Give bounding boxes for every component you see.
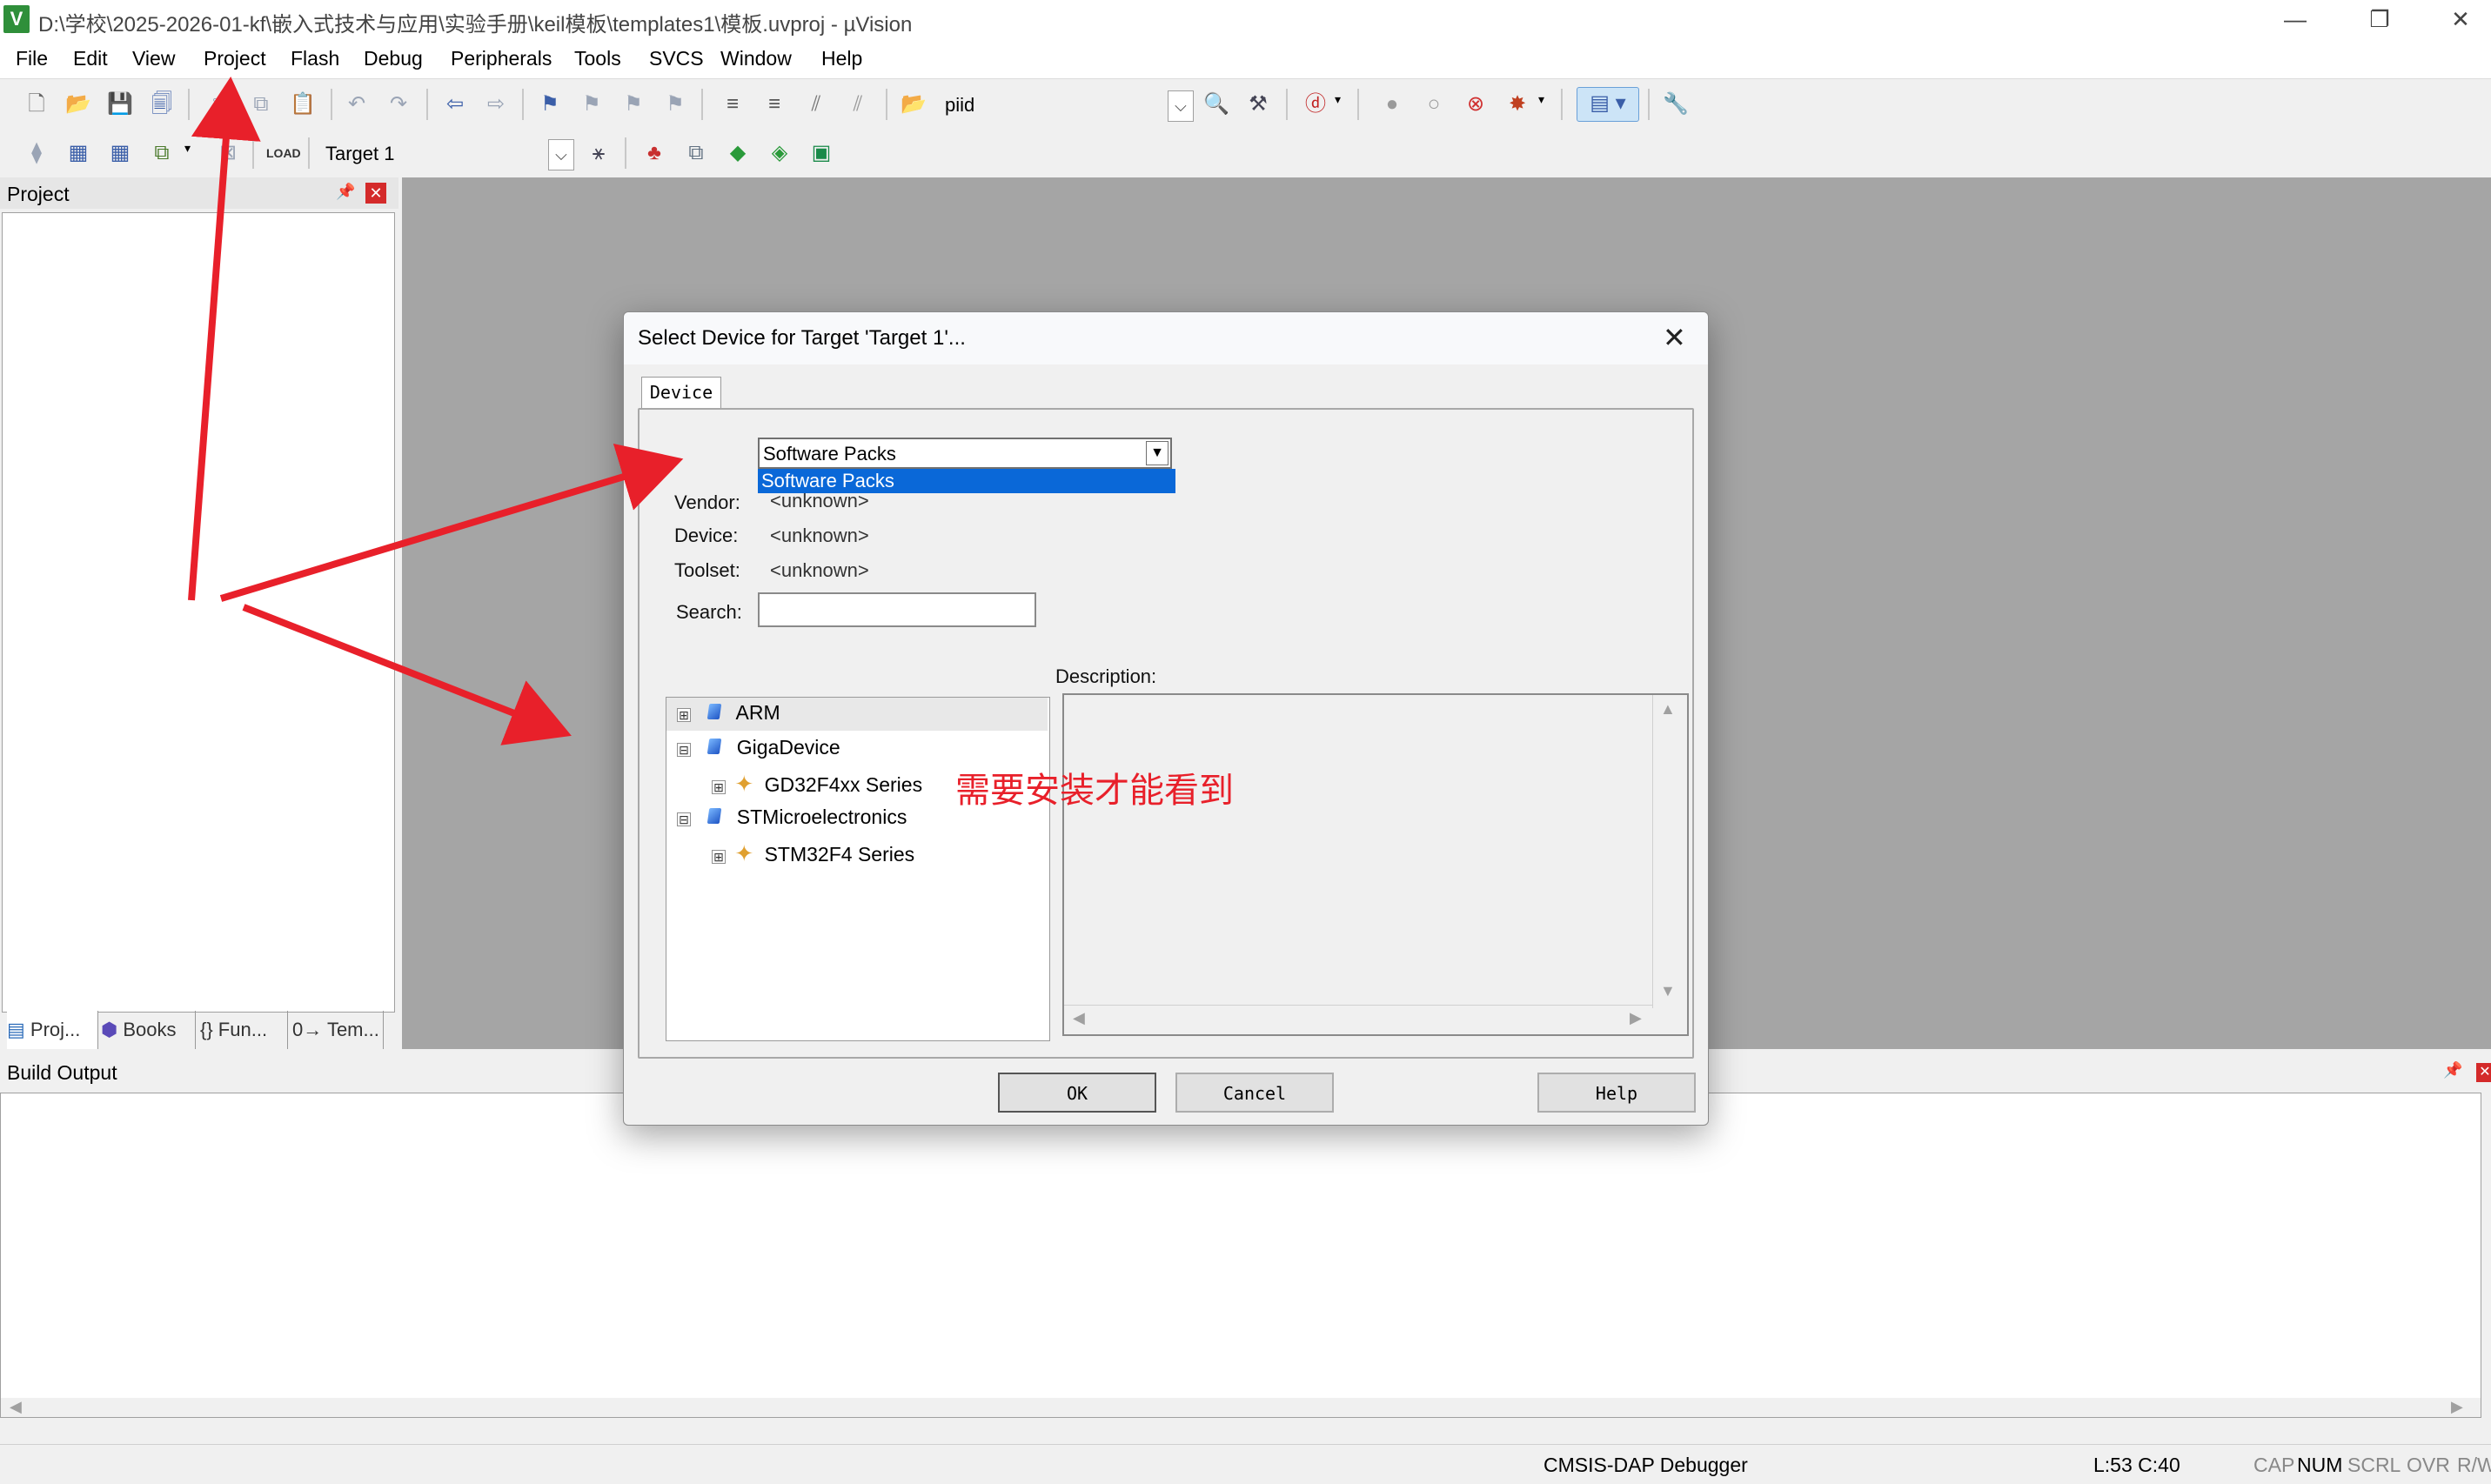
arrow-to-device-tree <box>242 604 572 745</box>
arrow-to-project-menu <box>188 77 261 601</box>
arrow-to-pack-select <box>219 443 684 602</box>
annotation-arrows <box>188 77 684 745</box>
